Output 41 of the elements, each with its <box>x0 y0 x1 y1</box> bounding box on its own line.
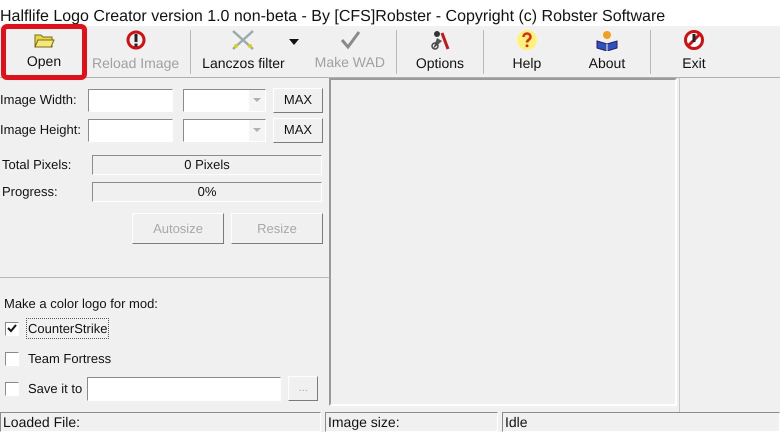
size-field[interactable] <box>88 118 173 142</box>
group-heading: Make a color logo for mod: <box>3 295 159 313</box>
max-button[interactable]: MAX <box>273 118 323 142</box>
exit-icon <box>682 29 705 51</box>
field-label: Total Pixels: <box>1 156 72 174</box>
dropdown-arrow-icon[interactable] <box>288 38 299 44</box>
save-path-field[interactable] <box>87 376 282 400</box>
tools-icon <box>428 29 451 51</box>
checkbox[interactable] <box>5 382 19 396</box>
unit-dropdown[interactable] <box>183 118 266 142</box>
toolbar-button[interactable]: Help <box>486 26 567 76</box>
toolbar-button[interactable]: About <box>566 26 647 76</box>
checkmark-icon <box>338 30 361 50</box>
toolbar-button[interactable]: Options <box>400 26 480 76</box>
check-icon <box>7 324 17 333</box>
size-field[interactable] <box>88 88 173 112</box>
reload-icon <box>124 29 147 51</box>
unit-dropdown[interactable] <box>183 88 266 112</box>
toolbar-button[interactable]: Lanczos filter <box>194 26 293 76</box>
field-label: Image Width: <box>0 91 78 110</box>
dropdown-arrow-icon <box>253 128 261 132</box>
toolbar-button[interactable]: Exit <box>654 26 734 76</box>
dropdown-arrow-icon <box>253 98 261 102</box>
field-label: Image Height: <box>0 121 82 140</box>
max-button[interactable]: MAX <box>273 88 323 112</box>
crossed-swords-icon <box>230 29 256 51</box>
checkbox[interactable] <box>5 352 19 366</box>
readout-field: 0 Pixels <box>92 154 322 174</box>
window-title: Halflife Logo Creator version 1.0 non-beta - By [CFS]Robster - Copyright (c) Robster Software <box>0 7 666 27</box>
status-panel: Loaded File: <box>0 412 321 432</box>
progress-field: 0% <box>92 182 322 202</box>
book-icon <box>594 29 619 51</box>
checkbox-label[interactable]: CounterStrike <box>26 318 110 340</box>
status-panel: Idle <box>502 412 780 432</box>
status-panel: Image size: <box>325 412 498 432</box>
checkbox-label[interactable]: Team Fortress <box>26 348 114 370</box>
help-icon <box>516 29 538 51</box>
toolbar-button[interactable]: Open <box>4 26 84 76</box>
field-label: Progress: <box>1 182 59 201</box>
checkbox[interactable] <box>5 322 19 336</box>
checkbox-label[interactable]: Save it to <box>26 378 84 400</box>
